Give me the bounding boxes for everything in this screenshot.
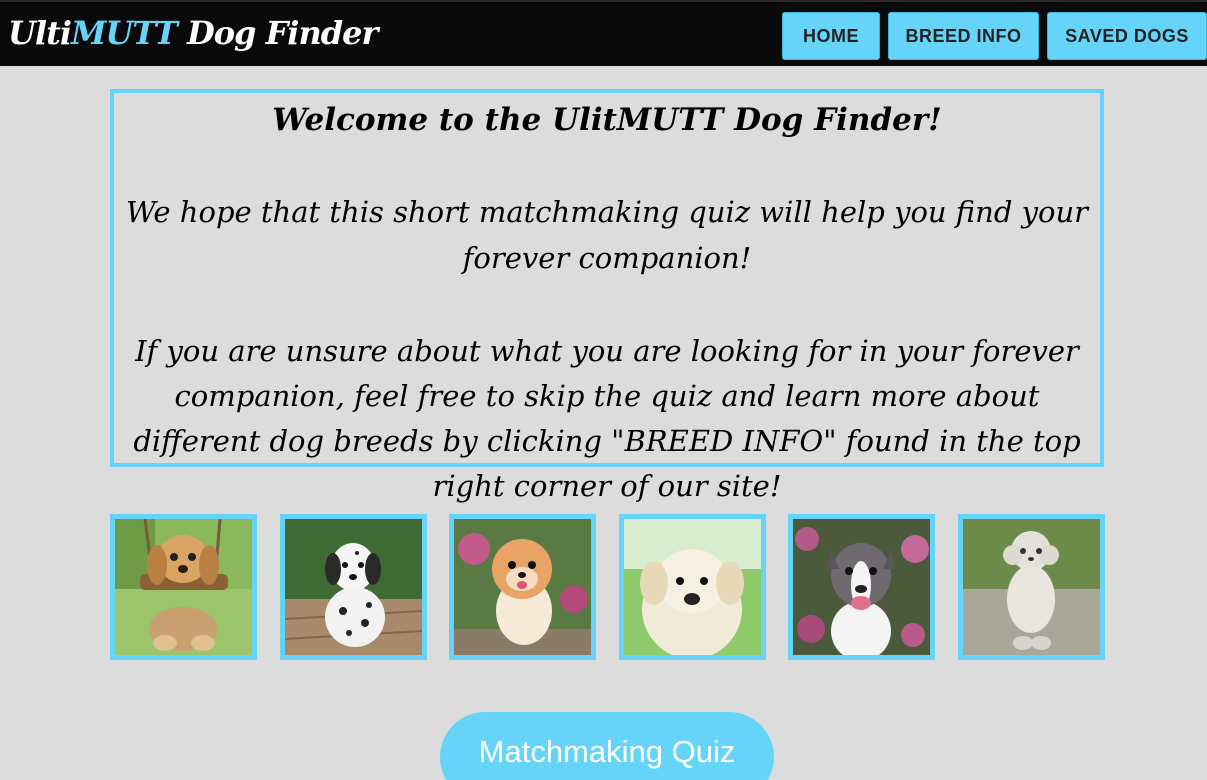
welcome-paragraph-breed-info: If you are unsure about what you are loo… bbox=[133, 334, 1081, 503]
poodle-statue-image bbox=[958, 514, 1105, 660]
dalmatian-puppy-picture bbox=[285, 519, 422, 655]
site-logo[interactable]: UltiMUTT Dog Finder bbox=[8, 14, 378, 52]
pit-bull-image bbox=[788, 514, 935, 660]
poodle-statue-picture bbox=[963, 519, 1100, 655]
welcome-paragraph-quiz: We hope that this short matchmaking quiz… bbox=[125, 195, 1088, 275]
matchmaking-quiz-button[interactable]: Matchmaking Quiz bbox=[440, 712, 774, 780]
breed-info-button[interactable]: BREED INFO bbox=[888, 12, 1039, 60]
saved-dogs-button[interactable]: SAVED DOGS bbox=[1047, 12, 1207, 60]
brand-suffix: Dog Finder bbox=[176, 14, 378, 52]
brand-prefix: Ulti bbox=[8, 14, 72, 52]
puppy-on-swing-picture bbox=[115, 519, 252, 655]
brand-accent: MUTT bbox=[71, 14, 178, 52]
pomeranian-image bbox=[449, 514, 596, 660]
dalmatian-puppy-image bbox=[280, 514, 427, 660]
white-puppy-image bbox=[619, 514, 766, 660]
white-puppy-picture bbox=[624, 519, 761, 655]
top-navbar: UltiMUTT Dog Finder HOME BREED INFO SAVE… bbox=[0, 0, 1207, 66]
welcome-title: Welcome to the UlitMUTT Dog Finder! bbox=[272, 102, 942, 138]
welcome-box: Welcome to the UlitMUTT Dog Finder! We h… bbox=[110, 89, 1104, 503]
puppy-on-swing-image bbox=[110, 514, 257, 660]
pomeranian-picture bbox=[454, 519, 591, 655]
home-button[interactable]: HOME bbox=[782, 12, 880, 60]
pit-bull-picture bbox=[793, 519, 930, 655]
